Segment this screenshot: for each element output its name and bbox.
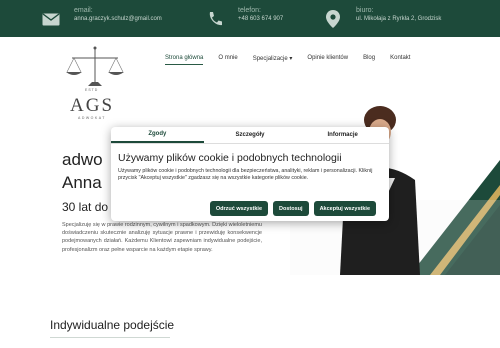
hero-body-text: Specjalizuję się w prawie rodzinnym, cyw… (62, 222, 262, 253)
cookie-description: Używamy plików cookie i podobnych techno… (118, 168, 373, 182)
hero-title: adwo Anna (62, 148, 103, 194)
section-title: Indywidualne podejście (50, 318, 175, 332)
customize-button[interactable]: Dostosuj (273, 201, 309, 216)
nav-about[interactable]: O mnie (218, 55, 237, 65)
cookie-title: Używamy plików cookie i podobnych techno… (118, 152, 342, 164)
cookie-tabs: Zgody Szczegóły Informacje (111, 127, 389, 144)
section-divider (50, 337, 170, 338)
tab-details[interactable]: Szczegóły (204, 127, 297, 143)
contact-email[interactable]: email: anna.graczyk.schulz@gmail.com (40, 6, 162, 30)
nav-blog[interactable]: Blog (363, 55, 375, 65)
email-label: email: (74, 7, 93, 14)
phone-icon (204, 8, 226, 30)
envelope-icon (40, 8, 62, 30)
main-nav: Strona główna O mnie Specjalizacje ▾ Opi… (165, 55, 425, 65)
contact-address: biuro: ul. Mikołaja z Ryrkła 2, Grodzisk (322, 6, 441, 30)
nav-specializations[interactable]: Specjalizacje ▾ (253, 55, 293, 65)
contact-bar: email: anna.graczyk.schulz@gmail.com tele… (0, 0, 500, 37)
reject-all-button[interactable]: Odrzuć wszystkie (209, 201, 269, 216)
logo-est: ESTD (85, 88, 99, 92)
contact-phone[interactable]: telefon: +48 603 674 907 (204, 6, 283, 30)
hero-title-line1: adwo (62, 150, 103, 169)
tab-consents[interactable]: Zgody (111, 127, 204, 143)
address-label: biuro: (356, 7, 374, 14)
hero-title-line2: Anna (62, 173, 102, 192)
phone-value[interactable]: +48 603 674 907 (238, 15, 283, 24)
email-value[interactable]: anna.graczyk.schulz@gmail.com (74, 15, 162, 24)
map-pin-icon (322, 8, 344, 30)
nav-reviews[interactable]: Opinie klientów (307, 55, 348, 65)
tab-information[interactable]: Informacje (296, 127, 389, 143)
cookie-buttons: Odrzuć wszystkie Dostosuj Akceptuj wszys… (205, 201, 376, 216)
accept-all-button[interactable]: Akceptuj wszystkie (313, 201, 376, 216)
logo-subtitle: ADWOKAT (78, 116, 106, 120)
hero-subtitle: 30 lat do (62, 200, 109, 214)
cookie-consent-dialog: Zgody Szczegóły Informacje Używamy plikó… (111, 127, 389, 221)
address-value: ul. Mikołaja z Ryrkła 2, Grodzisk (356, 16, 442, 22)
nav-home[interactable]: Strona główna (165, 55, 204, 65)
nav-contact[interactable]: Kontakt (390, 55, 410, 65)
phone-label: telefon: (238, 7, 261, 14)
logo-name[interactable]: AGS (70, 95, 114, 117)
